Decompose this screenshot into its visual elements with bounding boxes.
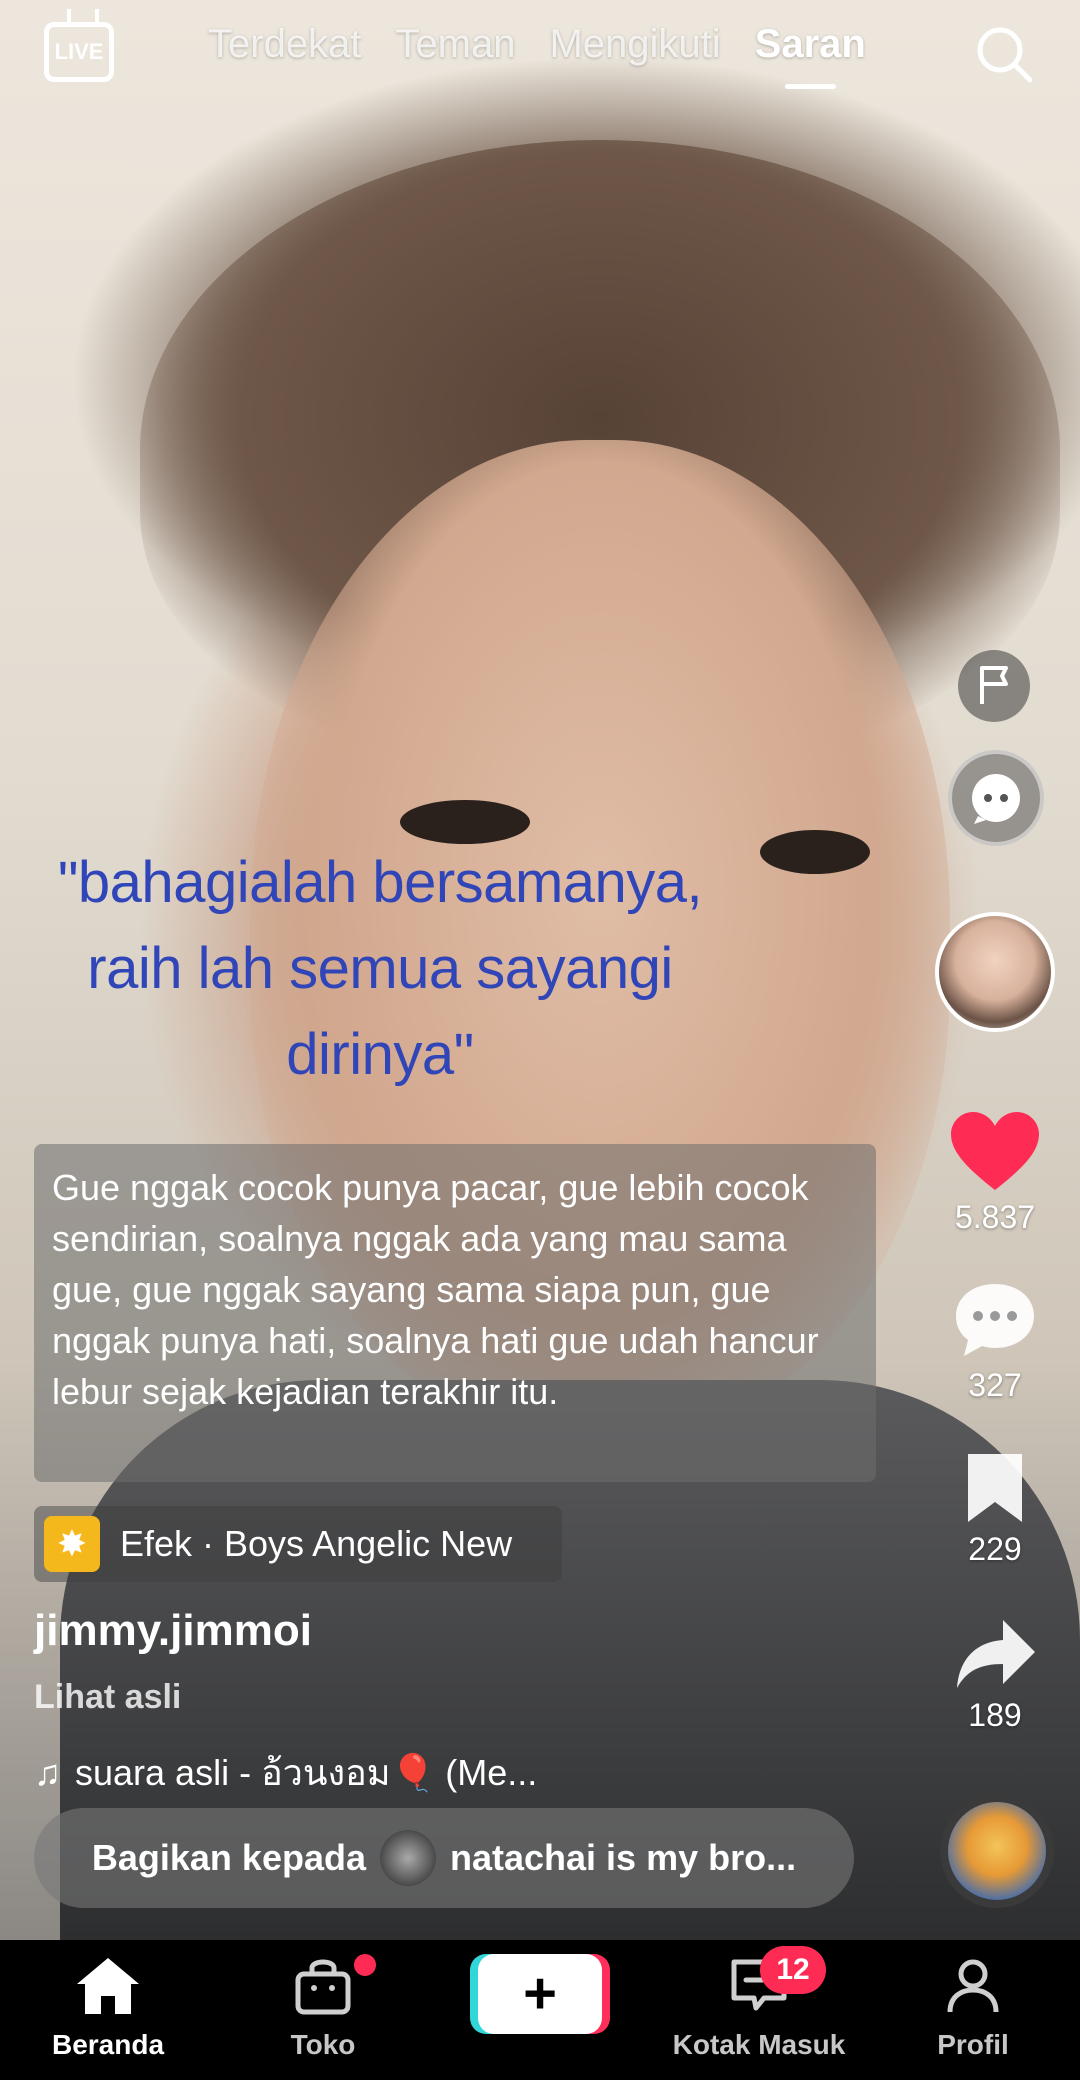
effect-label: Efek · Boys Angelic New <box>120 1523 513 1564</box>
feed-tabs: Terdekat Teman Mengikuti Saran <box>208 22 866 89</box>
friend-avatar <box>380 1830 436 1886</box>
bookmark-button[interactable]: 229 <box>930 1450 1060 1568</box>
like-count: 5.837 <box>954 1199 1036 1235</box>
comment-icon <box>956 1284 1034 1356</box>
create-button[interactable]: + <box>478 1954 602 2034</box>
nav-profile-label: Profil <box>937 2029 1009 2060</box>
ai-assistant-button[interactable] <box>948 750 1044 846</box>
see-original-link[interactable]: Lihat asli <box>34 1678 181 1717</box>
inbox-badge: 12 <box>760 1946 826 1994</box>
share-to-friend-bar[interactable]: Bagikan kepada natachai is my bro... <box>34 1808 854 1908</box>
creator-avatar[interactable] <box>935 912 1055 1032</box>
overlay-quote-line: "bahagialah bersamanya, <box>57 850 703 915</box>
nav-inbox[interactable]: 12 Kotak Masuk <box>664 1946 854 2061</box>
like-button[interactable]: 5.837 <box>930 1110 1060 1236</box>
sound-disc[interactable] <box>940 1794 1054 1908</box>
share-count: 189 <box>968 1697 1022 1733</box>
home-icon <box>77 1958 139 2014</box>
nav-profile[interactable]: Profil <box>928 1954 1018 2061</box>
comment-count: 327 <box>968 1367 1022 1403</box>
shopping-bag-icon <box>295 1959 351 2015</box>
tab-teman[interactable]: Teman <box>395 22 515 67</box>
chat-face-icon <box>972 774 1020 824</box>
flag-icon <box>980 666 1008 704</box>
tab-terdekat[interactable]: Terdekat <box>208 22 361 67</box>
music-title: suara asli - อ้วนงอม🎈 (Me... <box>75 1752 538 1793</box>
nav-shop-label: Toko <box>290 2029 356 2060</box>
save-count: 229 <box>968 1531 1022 1567</box>
profile-person-icon <box>947 1959 999 2013</box>
overlay-quote: "bahagialah bersamanya, raih lah semua s… <box>20 840 740 1098</box>
shop-notification-dot <box>354 1954 376 1976</box>
top-nav: LIVE Terdekat Teman Mengikuti Saran <box>0 0 1080 110</box>
tab-saran[interactable]: Saran <box>755 22 866 89</box>
bookmark-icon <box>968 1454 1022 1522</box>
plus-icon: + <box>523 1961 557 2026</box>
nav-home-label: Beranda <box>51 2029 165 2060</box>
share-arrow-icon <box>957 1620 1035 1688</box>
creator-username[interactable]: jimmy.jimmoi <box>34 1606 312 1656</box>
overlay-quote-line: dirinya" <box>286 1022 474 1087</box>
effect-sparkle-icon: ✸ <box>44 1516 100 1572</box>
nav-home[interactable]: Beranda <box>46 1954 170 2061</box>
report-flag-button[interactable] <box>958 650 1030 722</box>
overlay-quote-line: raih lah semua sayangi <box>87 936 673 1001</box>
music-track[interactable]: ♫ suara asli - อ้วนงอม🎈 (Me... <box>34 1744 537 1801</box>
video-frame-eye <box>400 800 530 844</box>
comment-button[interactable]: 327 <box>930 1278 1060 1404</box>
tab-mengikuti[interactable]: Mengikuti <box>549 22 720 67</box>
share-button[interactable]: 189 <box>930 1616 1060 1734</box>
music-note-icon: ♫ <box>34 1751 61 1793</box>
nav-shop[interactable]: Toko <box>278 1954 376 2061</box>
share-prefix: Bagikan kepada <box>91 1837 366 1878</box>
bottom-nav: Beranda Toko + 12 Kotak Masuk Profil <box>0 1940 1080 2080</box>
effect-chip[interactable]: ✸ Efek · Boys Angelic New <box>34 1506 562 1582</box>
search-icon[interactable] <box>972 22 1036 86</box>
heart-icon <box>951 1112 1039 1190</box>
live-icon[interactable]: LIVE <box>44 22 114 82</box>
share-target-name: natachai is my bro... <box>450 1837 797 1878</box>
nav-inbox-label: Kotak Masuk <box>672 2029 846 2060</box>
video-caption[interactable]: Gue nggak cocok punya pacar, gue lebih c… <box>34 1144 876 1482</box>
video-frame-eye <box>760 830 870 874</box>
